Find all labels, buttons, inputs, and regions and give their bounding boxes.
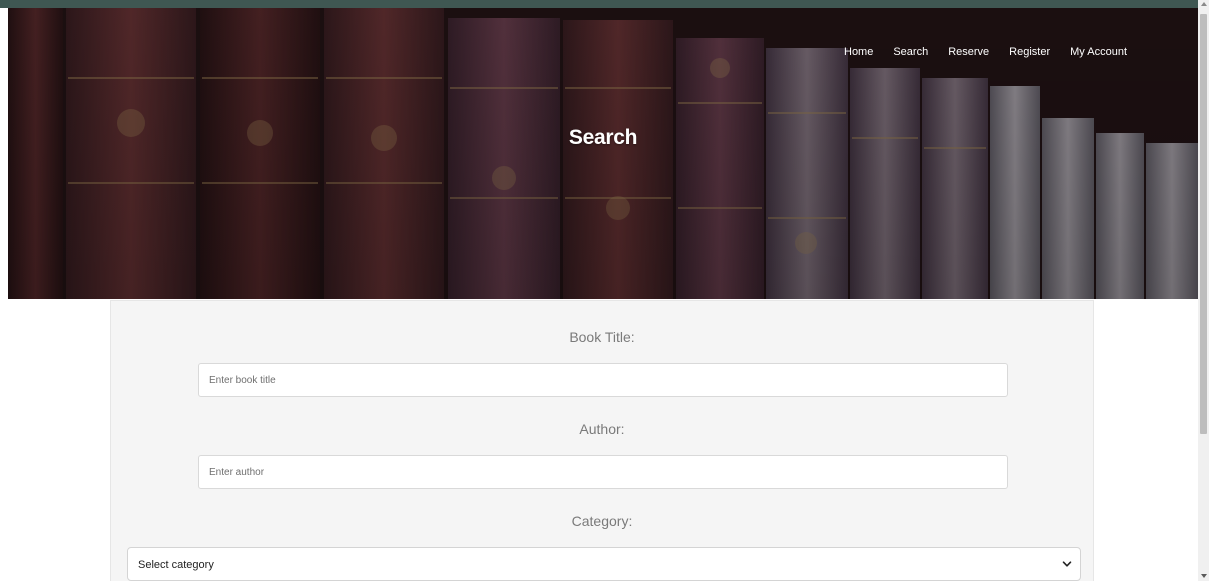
nav-search-link[interactable]: Search [883, 46, 938, 58]
top-strip [0, 0, 1198, 8]
scroll-thumb[interactable] [1200, 14, 1207, 434]
hero-banner: Home Search Reserve Register My Account … [8, 8, 1198, 299]
category-label: Category: [571, 513, 633, 529]
category-select[interactable]: Select category [127, 547, 1081, 581]
author-input[interactable] [198, 455, 1008, 489]
book-title-label: Book Title: [569, 329, 635, 345]
nav-home-link[interactable]: Home [834, 46, 883, 58]
nav-register-link[interactable]: Register [999, 46, 1060, 58]
nav-my-account-link[interactable]: My Account [1060, 46, 1137, 58]
book-title-input[interactable] [198, 363, 1008, 397]
scroll-down-arrow-icon[interactable] [1201, 574, 1207, 578]
scroll-up-arrow-icon[interactable] [1201, 2, 1207, 6]
search-form: Book Title: Author: Category: Select cat… [110, 300, 1094, 581]
category-select-value: Select category [138, 559, 214, 571]
nav-reserve-link[interactable]: Reserve [938, 46, 999, 58]
author-label: Author: [579, 421, 625, 437]
chevron-down-icon [1062, 561, 1072, 567]
page: Home Search Reserve Register My Account … [0, 0, 1209, 581]
main-nav: Home Search Reserve Register My Account [834, 46, 1137, 58]
page-title: Search [568, 126, 638, 149]
vertical-scrollbar[interactable] [1198, 0, 1209, 581]
